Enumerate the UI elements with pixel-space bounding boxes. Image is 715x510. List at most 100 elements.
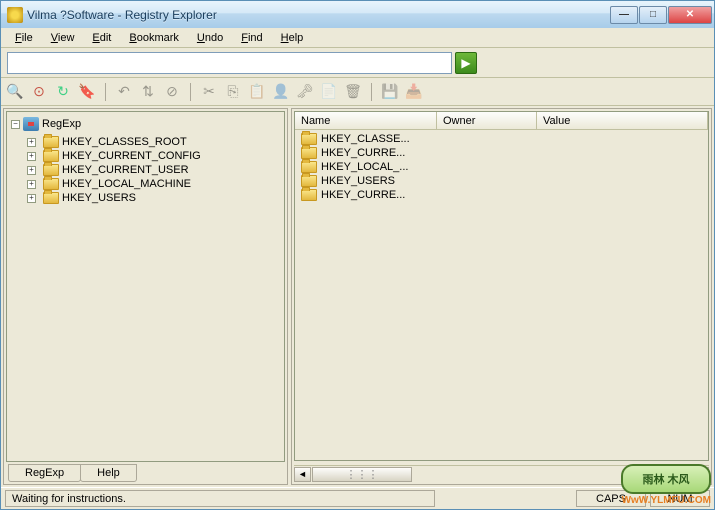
folder-icon	[301, 133, 317, 145]
folder-icon	[43, 192, 59, 204]
maximize-button[interactable]: □	[639, 6, 667, 24]
tab-regexp[interactable]: RegExp	[8, 464, 81, 482]
tree-item-label: HKEY_CURRENT_USER	[62, 164, 189, 176]
folder-icon	[43, 150, 59, 162]
delete-icon[interactable]: 🗑	[345, 84, 361, 100]
folder-icon	[43, 164, 59, 176]
column-value[interactable]: Value	[537, 112, 708, 129]
folder-icon	[301, 161, 317, 173]
tab-help[interactable]: Help	[80, 464, 137, 482]
menu-file[interactable]: File	[7, 30, 41, 46]
list-header: Name Owner Value	[295, 112, 708, 130]
status-num: NUM	[650, 490, 710, 507]
search-go-button[interactable]: ▶	[455, 52, 477, 74]
column-name[interactable]: Name	[295, 112, 437, 129]
window-controls: — □ ✕	[610, 6, 712, 24]
tree-item-label: HKEY_CURRENT_CONFIG	[62, 150, 201, 162]
bookmark-icon[interactable]: 🔖	[79, 84, 95, 100]
menu-bookmark[interactable]: Bookmark	[121, 30, 187, 46]
tree-item[interactable]: + HKEY_CURRENT_CONFIG	[27, 149, 282, 163]
registry-root-icon	[23, 117, 39, 131]
list-item-label: HKEY_USERS	[321, 175, 395, 187]
list-item[interactable]: HKEY_LOCAL_...	[299, 160, 704, 174]
status-message: Waiting for instructions.	[5, 490, 435, 507]
expand-icon[interactable]: +	[27, 152, 36, 161]
registry-tree[interactable]: − RegExp + HKEY_CLASSES_ROOT + HKEY_CURREN…	[6, 111, 285, 462]
value-icon[interactable]: 📄	[321, 84, 337, 100]
close-button[interactable]: ✕	[668, 6, 712, 24]
collapse-icon[interactable]: −	[11, 120, 20, 129]
folder-icon	[301, 147, 317, 159]
list-body: HKEY_CLASSE... HKEY_CURRE... HKEY_LOCAL_…	[295, 130, 708, 460]
left-panel: − RegExp + HKEY_CLASSES_ROOT + HKEY_CURREN…	[3, 108, 288, 485]
expand-icon[interactable]: +	[27, 194, 36, 203]
toolbar-separator	[371, 83, 372, 101]
searchbar: ▶	[1, 48, 714, 78]
menu-find[interactable]: Find	[233, 30, 270, 46]
folder-icon	[43, 136, 59, 148]
status-caps: CAPS	[576, 490, 646, 507]
tree-children: +HKEY_CLASSES_ROOT +HKEY_CURRENT_CONFIG …	[27, 135, 282, 205]
find-icon[interactable]: 🔍	[7, 84, 23, 100]
menu-undo[interactable]: Undo	[189, 30, 231, 46]
bottom-tabs: RegExp Help	[4, 464, 287, 484]
tree-item[interactable]: + HKEY_LOCAL_MACHINE	[27, 177, 282, 191]
folder-icon	[301, 189, 317, 201]
menu-edit[interactable]: Edit	[84, 30, 119, 46]
tree-item-label: HKEY_CLASSES_ROOT	[62, 136, 187, 148]
cut-icon[interactable]: ✂	[201, 84, 217, 100]
list-item[interactable]: HKEY_USERS	[299, 174, 704, 188]
main-frame: File View Edit Bookmark Undo Find Help ▶…	[0, 28, 715, 510]
list-view[interactable]: Name Owner Value HKEY_CLASSE... HKEY_CUR…	[294, 111, 709, 461]
list-item[interactable]: HKEY_CURRE...	[299, 188, 704, 202]
list-item-label: HKEY_LOCAL_...	[321, 161, 408, 173]
undo-icon[interactable]: ↶	[116, 84, 132, 100]
menu-help[interactable]: Help	[273, 30, 312, 46]
expand-icon[interactable]: +	[27, 138, 36, 147]
list-item-label: HKEY_CLASSE...	[321, 133, 410, 145]
scroll-right-arrow[interactable]: ►	[692, 467, 709, 482]
expand-icon[interactable]: +	[27, 166, 36, 175]
copy-icon[interactable]: ⎘	[225, 84, 241, 100]
user-icon[interactable]: 👤	[273, 84, 289, 100]
statusbar: Waiting for instructions. CAPS NUM	[1, 487, 714, 509]
menu-view[interactable]: View	[43, 30, 83, 46]
folder-icon	[43, 178, 59, 190]
tree-item[interactable]: + HKEY_CURRENT_USER	[27, 163, 282, 177]
list-item[interactable]: HKEY_CURRE...	[299, 146, 704, 160]
window-title: Vilma ?Software - Registry Explorer	[27, 8, 217, 22]
search-input[interactable]	[7, 52, 452, 74]
tree-root[interactable]: − RegExp	[9, 116, 282, 132]
scroll-thumb[interactable]: ⋮⋮⋮	[312, 467, 412, 482]
tree-item[interactable]: + HKEY_CLASSES_ROOT	[27, 135, 282, 149]
export-icon[interactable]: 💾	[382, 84, 398, 100]
app-icon	[7, 7, 23, 23]
toolbar-separator	[105, 83, 106, 101]
import-icon[interactable]: 📥	[406, 84, 422, 100]
list-item[interactable]: HKEY_CLASSE...	[299, 132, 704, 146]
menubar: File View Edit Bookmark Undo Find Help	[1, 28, 714, 48]
minimize-button[interactable]: —	[610, 6, 638, 24]
list-item-label: HKEY_CURRE...	[321, 147, 405, 159]
content-area: − RegExp + HKEY_CLASSES_ROOT + HKEY_CURREN…	[1, 106, 714, 487]
toolbar: 🔍 ⊙ ↻ 🔖 ↶ ⇅ ⊘ ✂ ⎘ 📋 👤 🗝 📄 🗑 💾 📥	[1, 78, 714, 106]
right-panel: Name Owner Value HKEY_CLASSE... HKEY_CUR…	[291, 108, 712, 485]
scroll-left-arrow[interactable]: ◄	[294, 467, 311, 482]
titlebar[interactable]: Vilma ?Software - Registry Explorer — □ …	[0, 0, 715, 28]
tree-item-label: HKEY_USERS	[62, 192, 136, 204]
list-item-label: HKEY_CURRE...	[321, 189, 405, 201]
tree-item-label: HKEY_LOCAL_MACHINE	[62, 178, 191, 190]
expand-icon[interactable]: +	[27, 180, 36, 189]
refresh-icon[interactable]: ↻	[55, 84, 71, 100]
folder-icon	[301, 175, 317, 187]
horizontal-scrollbar[interactable]: ◄ ⋮⋮⋮ ►	[294, 465, 709, 482]
paste-icon[interactable]: 📋	[249, 84, 265, 100]
redo-icon[interactable]: ⇅	[140, 84, 156, 100]
tree-item[interactable]: + HKEY_USERS	[27, 191, 282, 205]
key-icon[interactable]: 🗝	[297, 84, 313, 100]
tree-root-label: RegExp	[42, 118, 81, 130]
magnet-icon[interactable]: ⊙	[31, 84, 47, 100]
column-owner[interactable]: Owner	[437, 112, 537, 129]
toolbar-separator	[190, 83, 191, 101]
stop-icon[interactable]: ⊘	[164, 84, 180, 100]
